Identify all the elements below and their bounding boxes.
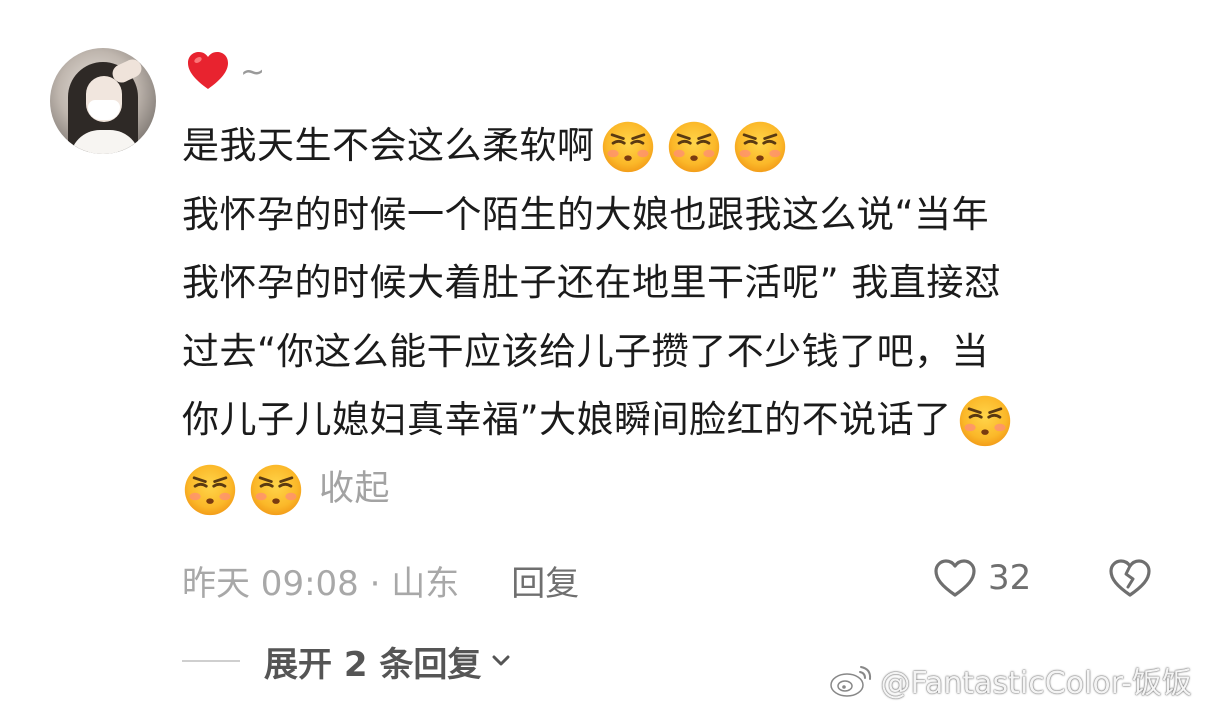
watermark-text: @FantasticColor-饭饭 bbox=[880, 666, 1193, 701]
comment-body: 是我天生不会这么柔软啊 我怀孕的时候一个陌生的大娘也跟我这么说“当年 我怀孕的时… bbox=[182, 112, 1162, 523]
reply-button[interactable]: 回复 bbox=[511, 556, 579, 605]
expand-replies[interactable]: 展开 2 条回复 bbox=[182, 636, 513, 686]
watermark: @FantasticColor-饭饭 bbox=[829, 658, 1193, 702]
comment-text: 是我天生不会这么柔软啊 bbox=[182, 124, 595, 167]
smirk-face-emoji-icon bbox=[957, 392, 1013, 448]
comment-text: 我怀孕的时候大着肚子还在地里干活呢” 我直接怼 bbox=[182, 261, 1002, 304]
comment-text: 过去“你这么能干应该给儿子攒了不少钱了吧，当 bbox=[182, 329, 990, 373]
smirk-face-emoji-icon bbox=[182, 461, 238, 517]
comment-meta: 昨天 09:08 · 山东 回复 32 bbox=[182, 555, 1172, 605]
dislike-button[interactable] bbox=[1107, 557, 1153, 603]
comment-card: ~ 是我天生不会这么柔软啊 我怀孕的时候一个陌生的大娘也跟我这么说“当年 我怀孕… bbox=[0, 0, 1206, 708]
like-count: 32 bbox=[988, 558, 1032, 598]
smirk-face-emoji-icon bbox=[248, 461, 304, 517]
avatar[interactable] bbox=[50, 48, 156, 154]
weibo-logo-icon bbox=[829, 666, 871, 697]
comment-line: 过去“你这么能干应该给儿子攒了不少钱了吧，当 bbox=[182, 318, 1162, 387]
comment-line: 我怀孕的时候大着肚子还在地里干活呢” 我直接怼 bbox=[182, 249, 1162, 318]
collapse-link[interactable]: 收起 bbox=[319, 455, 390, 524]
expand-replies-label: 展开 2 条回复 bbox=[264, 644, 482, 685]
broken-heart-icon bbox=[1109, 559, 1151, 597]
comment-line: 你儿子儿媳妇真幸福”大娘瞬间脸红的不说话了 bbox=[182, 386, 1162, 455]
username-suffix: ~ bbox=[240, 54, 266, 90]
comment-line: 是我天生不会这么柔软啊 bbox=[182, 112, 1162, 181]
comment-text: 我怀孕的时候一个陌生的大娘也跟我这么说“当年 bbox=[182, 192, 990, 236]
comment-line: 收起 bbox=[182, 455, 1162, 524]
heart-outline-icon bbox=[934, 559, 976, 597]
username[interactable]: ~ bbox=[184, 46, 265, 96]
comment-text: 你儿子儿媳妇真幸福”大娘瞬间脸红的不说话了 bbox=[182, 398, 952, 441]
chevron-down-icon bbox=[492, 655, 510, 666]
divider bbox=[182, 660, 240, 662]
smirk-face-emoji-icon bbox=[666, 118, 722, 174]
smirk-face-emoji-icon bbox=[600, 118, 656, 174]
red-heart-icon bbox=[188, 52, 228, 89]
comment-line: 我怀孕的时候一个陌生的大娘也跟我这么说“当年 bbox=[182, 181, 1162, 250]
timestamp-location: 昨天 09:08 · 山东 bbox=[182, 563, 460, 604]
smirk-face-emoji-icon bbox=[732, 118, 788, 174]
like-button[interactable]: 32 bbox=[932, 557, 1031, 599]
